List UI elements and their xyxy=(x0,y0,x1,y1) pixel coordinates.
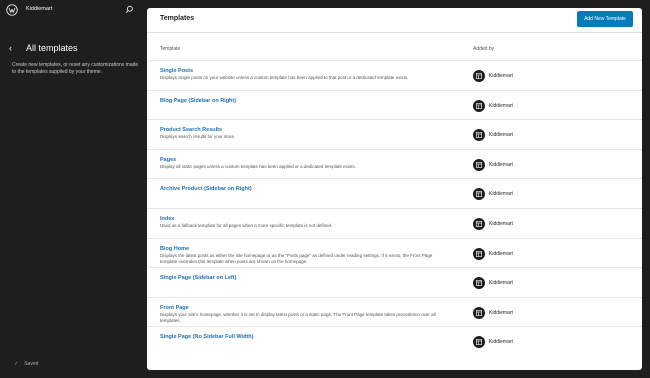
template-description: Used as a fallback template for all page… xyxy=(160,222,333,228)
template-name-link[interactable]: Product Search Results xyxy=(160,127,222,133)
check-icon: ✓ xyxy=(14,361,19,367)
added-by-name: Kiddiemart xyxy=(489,250,513,257)
table-row: Archive Product (Sidebar on Right) Kiddie… xyxy=(147,178,642,208)
table-row: Blog Home Displays the latest posts as ei… xyxy=(147,237,642,268)
wordpress-logo-icon[interactable] xyxy=(6,4,18,16)
page-title: Templates xyxy=(160,15,195,22)
template-name-link[interactable]: Single Page (Sidebar on Left) xyxy=(160,275,236,281)
added-by-name: Kiddiemart xyxy=(489,220,513,227)
table-row: Single Page (No Sidebar Full Width) Kiddi… xyxy=(147,326,642,356)
site-name[interactable]: Kiddiemart xyxy=(26,6,52,12)
added-by-name: Kiddiemart xyxy=(489,132,513,139)
sidebar-description: Create new templates, or reset any custo… xyxy=(12,62,139,75)
template-name-link[interactable]: Single Posts xyxy=(160,68,193,74)
table-row: Pages Display all static pages unless a c… xyxy=(147,148,642,179)
template-name-link[interactable]: Single Page (No Sidebar Full Width) xyxy=(160,334,253,340)
template-description: Display all static pages unless a custom… xyxy=(160,163,356,169)
theme-layout-icon xyxy=(473,277,485,290)
templates-panel: Templates Add New Template Template Adde… xyxy=(147,8,642,370)
theme-layout-icon xyxy=(473,336,485,349)
top-bar: Kiddiemart xyxy=(0,0,147,22)
added-by-name: Kiddiemart xyxy=(489,73,513,79)
add-new-template-button[interactable]: Add New Template xyxy=(577,11,633,27)
column-header-added-by[interactable]: Added by xyxy=(473,46,494,52)
sidebar: Kiddiemart ‹ All templates Create new te… xyxy=(0,0,147,378)
theme-layout-icon xyxy=(473,129,485,142)
added-by-name: Kiddiemart xyxy=(489,309,513,316)
added-by-name: Kiddiemart xyxy=(489,102,513,109)
added-by-name: Kiddiemart xyxy=(489,339,513,346)
column-header-template[interactable]: Template xyxy=(160,46,180,52)
theme-layout-icon xyxy=(473,70,485,82)
theme-layout-icon xyxy=(473,188,485,201)
search-icon[interactable] xyxy=(125,5,134,14)
theme-layout-icon xyxy=(473,217,485,230)
table-row: Index Used as a fallback template for all… xyxy=(147,207,642,238)
save-status: ✓ Saved xyxy=(14,361,38,367)
table-row: Front Page Displays your site's homepage,… xyxy=(147,296,642,327)
template-name-link[interactable]: Archive Product (Sidebar on Right) xyxy=(160,186,252,192)
theme-layout-icon xyxy=(473,158,485,171)
template-description: Displays search results for your store. xyxy=(160,134,236,140)
added-by-name: Kiddiemart xyxy=(489,161,513,168)
template-description: Displays single posts on your website un… xyxy=(160,75,409,80)
templates-table: Single Posts Displays single posts on you… xyxy=(147,60,642,356)
table-row: Single Page (Sidebar on Left) Kiddiemart xyxy=(147,267,642,297)
table-row: Product Search Results Displays search re… xyxy=(147,119,642,149)
theme-layout-icon xyxy=(473,99,485,112)
back-chevron-icon[interactable]: ‹ xyxy=(9,44,12,53)
table-row: Single Posts Displays single posts on you… xyxy=(147,60,642,90)
theme-layout-icon xyxy=(473,247,485,260)
sidebar-title: All templates xyxy=(26,43,78,53)
panel-header: Templates Add New Template xyxy=(147,8,642,33)
table-row: Blog Page (Sidebar on Right) Kiddiemart xyxy=(147,89,642,120)
template-description: Displays your site's homepage, whether i… xyxy=(160,311,436,323)
template-description: Displays the latest posts as either the … xyxy=(160,252,433,264)
template-name-link[interactable]: Blog Page (Sidebar on Right) xyxy=(160,98,236,104)
added-by-name: Kiddiemart xyxy=(489,191,513,198)
added-by-name: Kiddiemart xyxy=(489,280,513,287)
template-name-link[interactable]: Front Page xyxy=(160,305,189,311)
template-name-link[interactable]: Index xyxy=(160,216,174,222)
save-status-label: Saved xyxy=(24,361,39,367)
theme-layout-icon xyxy=(473,306,485,319)
template-name-link[interactable]: Pages xyxy=(160,157,176,163)
template-name-link[interactable]: Blog Home xyxy=(160,246,189,252)
